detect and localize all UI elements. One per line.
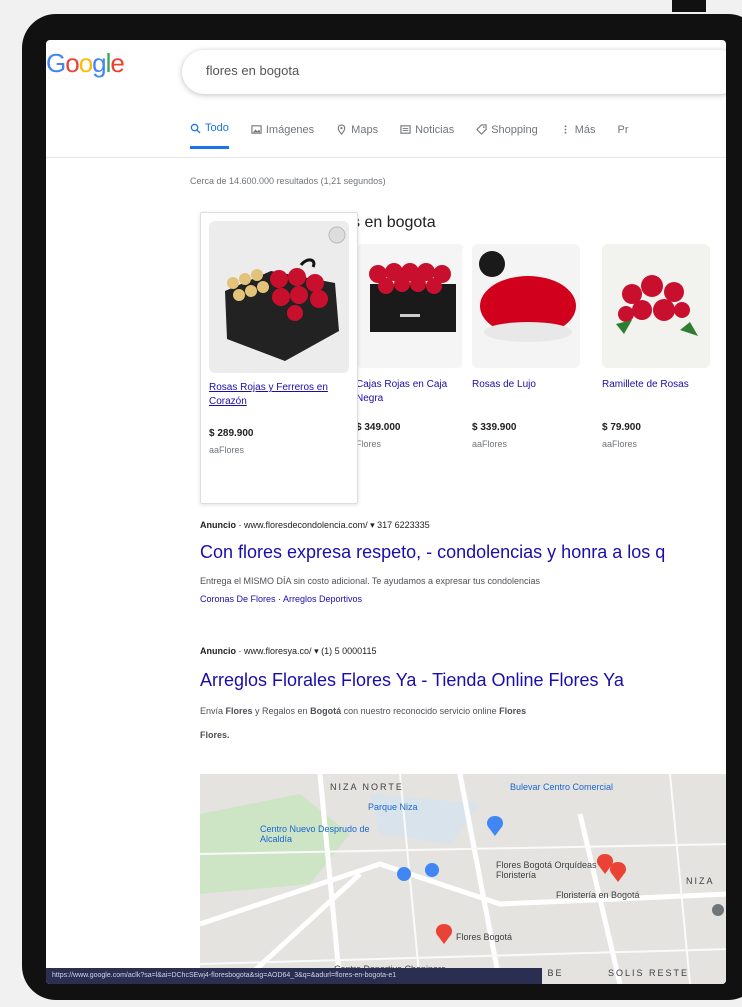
- tab-more[interactable]: Más: [560, 122, 596, 149]
- google-logo[interactable]: Google: [46, 48, 125, 79]
- product-store: aaFlores: [209, 445, 245, 455]
- tab-label: Todo: [205, 122, 229, 134]
- product-image[interactable]: [209, 221, 349, 373]
- tab-label: Más: [574, 123, 596, 136]
- tab-news[interactable]: Noticias: [400, 122, 454, 149]
- tablet-top-edge: [672, 0, 706, 12]
- ad-description: Envía Flores y Regalos en Bogotá con nue…: [200, 706, 526, 716]
- tabs-divider: [46, 157, 726, 158]
- tab-label: Pr: [617, 123, 629, 136]
- ad-phone[interactable]: (1) 5 0000115: [321, 646, 376, 656]
- tag-icon: [476, 124, 487, 135]
- product-store: aaFlores: [472, 439, 508, 449]
- ad-description-line2: Flores.: [200, 730, 230, 740]
- product-name[interactable]: Ramillete de Rosas: [602, 378, 712, 392]
- tab-label: Shopping: [491, 123, 538, 136]
- tab-label: Noticias: [415, 123, 455, 136]
- product-image[interactable]: [472, 244, 580, 368]
- result-count: Cerca de 14.600.000 resultados (1,21 seg…: [190, 176, 386, 186]
- shopping-title: s en bogota: [352, 214, 436, 231]
- product-store: aaFlores: [602, 439, 638, 449]
- ad-phone[interactable]: 317 6223335: [377, 520, 430, 530]
- tab-label: Maps: [351, 123, 379, 136]
- tab-images[interactable]: Imágenes: [251, 122, 314, 149]
- desc-text: Envía: [200, 706, 226, 716]
- ad-title-link[interactable]: Arreglos Florales Flores Ya - Tienda Onl…: [200, 670, 624, 691]
- ad-header: Anuncio · www.floresdecondolencia.com/ ▾…: [200, 520, 430, 530]
- product-card[interactable]: Ramillete de Rosas $ 79.900 aaFlores: [592, 244, 710, 474]
- ad-header: Anuncio · www.floresya.co/ ▾ (1) 5 00001…: [200, 646, 377, 656]
- map-label: NIZA NORTE: [330, 782, 404, 792]
- desc-bold: Flores: [225, 706, 253, 716]
- search-input[interactable]: [204, 62, 708, 79]
- ad-sitelinks[interactable]: Coronas De Flores · Arreglos Deportivos: [200, 594, 362, 604]
- desc-text: con nuestro reconocido servicio online: [341, 706, 500, 716]
- product-price: $ 339.900: [472, 422, 517, 433]
- tab-shopping[interactable]: Shopping: [476, 122, 538, 149]
- product-price: $ 79.900: [602, 422, 641, 433]
- more-icon: [564, 125, 567, 134]
- browser-screen: Google Todo Imágenes Maps Noticias Shopp…: [46, 40, 726, 984]
- ad-label: Anuncio: [200, 520, 236, 530]
- news-icon: [400, 125, 411, 134]
- product-card[interactable]: Rosas Rojas y Ferreros en Corazón $ 289.…: [200, 212, 358, 504]
- ad-url[interactable]: www.floresya.co/: [244, 646, 312, 656]
- product-name[interactable]: Rosas de Lujo: [472, 378, 582, 392]
- search-box[interactable]: [182, 50, 726, 94]
- desc-text: y Regalos en: [252, 706, 311, 716]
- product-card[interactable]: Cajas Rojas en Caja Negra $ 349.000 Flor…: [346, 244, 464, 474]
- image-icon: [251, 125, 262, 134]
- tab-tools[interactable]: Pr: [617, 122, 628, 149]
- link-status-bar: https://www.google.com/aclk?sa=l&ai=DChc…: [46, 968, 542, 984]
- search-icon: [190, 123, 201, 134]
- product-name[interactable]: Cajas Rojas en Caja Negra: [356, 378, 466, 406]
- tab-maps[interactable]: Maps: [336, 122, 378, 149]
- product-price: $ 349.000: [356, 422, 401, 433]
- product-store: Flores: [356, 439, 382, 449]
- map-label: SOLIS RESTE: [608, 968, 690, 978]
- ad-description: Entrega el MISMO DÍA sin costo adicional…: [200, 576, 541, 586]
- product-name[interactable]: Rosas Rojas y Ferreros en Corazón: [209, 381, 349, 409]
- map-pin-icon: [337, 124, 346, 135]
- map-label: Centro Nuevo Desprudo de Alcaldía: [260, 824, 370, 844]
- map-label: Flores Bogotá: [456, 932, 513, 942]
- product-image[interactable]: [356, 244, 464, 368]
- desc-bold: Flores.: [200, 730, 230, 740]
- local-map[interactable]: NIZA NORTE Bulevar Centro Comercial Parq…: [200, 774, 726, 984]
- map-label: Flores Bogotá Orquídeas Floristería: [496, 860, 597, 880]
- map-label: Bulevar Centro Comercial: [510, 782, 614, 792]
- desc-bold: Bogotá: [310, 706, 342, 716]
- tab-label: Imágenes: [265, 123, 315, 136]
- ad-title-link[interactable]: Con flores expresa respeto, - condolenci…: [200, 542, 665, 563]
- product-card[interactable]: Rosas de Lujo $ 339.900 aaFlores: [462, 244, 580, 474]
- map-label: NIZA: [686, 876, 715, 886]
- tab-all[interactable]: Todo: [190, 122, 229, 149]
- map-label: Floristería en Bogotá: [556, 890, 640, 900]
- desc-bold: Flores: [499, 706, 527, 716]
- map-label: Parque Niza: [368, 802, 418, 812]
- search-tabs: Todo Imágenes Maps Noticias Shopping Más…: [190, 122, 628, 149]
- product-image[interactable]: [602, 244, 710, 368]
- ad-url[interactable]: www.floresdecondolencia.com/: [244, 520, 368, 530]
- ad-label: Anuncio: [200, 646, 236, 656]
- product-price: $ 289.900: [209, 428, 254, 439]
